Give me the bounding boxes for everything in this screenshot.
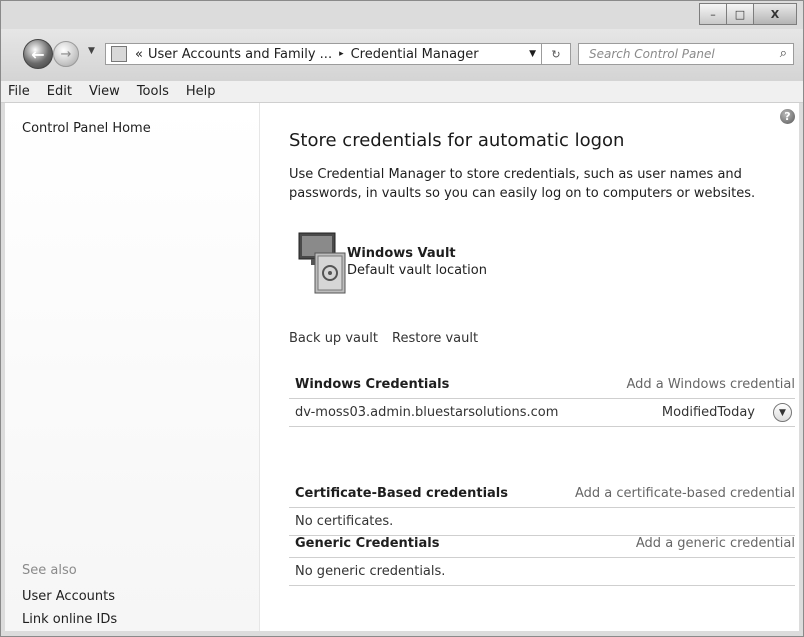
help-icon[interactable]: ? <box>780 109 795 124</box>
see-also-heading: See also <box>22 563 77 578</box>
credential-name: dv-moss03.admin.bluestarsolutions.com <box>295 405 559 420</box>
windows-credentials-section: Windows Credentials Add a Windows creden… <box>289 376 795 427</box>
empty-row: No generic credentials. <box>289 558 795 586</box>
link-online-ids-link[interactable]: Link online IDs <box>22 612 117 627</box>
credential-manager-window: – □ X ← → ▼ « User Accounts and Family .… <box>0 0 804 637</box>
search-icon[interactable]: ⌕ <box>780 46 787 61</box>
search-placeholder[interactable]: Search Control Panel <box>589 47 715 61</box>
expand-chevron-icon[interactable]: ▼ <box>773 403 792 422</box>
breadcrumb-separator-icon[interactable]: ▸ <box>339 49 344 59</box>
forward-arrow-icon: → <box>60 46 72 62</box>
navigation-bar: ← → ▼ « User Accounts and Family ... ▸ C… <box>1 29 803 81</box>
page-description: Use Credential Manager to store credenti… <box>289 167 756 201</box>
credential-row[interactable]: dv-moss03.admin.bluestarsolutions.com Mo… <box>289 399 795 427</box>
address-bar[interactable]: « User Accounts and Family ... ▸ Credent… <box>105 43 571 65</box>
menu-help[interactable]: Help <box>179 84 226 99</box>
refresh-icon[interactable]: ↻ <box>541 44 570 64</box>
menu-tools[interactable]: Tools <box>130 84 179 99</box>
empty-row: No certificates. <box>289 508 795 536</box>
content-area: Control Panel Home See also User Account… <box>5 103 799 631</box>
add-windows-credential-link[interactable]: Add a Windows credential <box>626 377 795 392</box>
section-header: Generic Credentials Add a generic creden… <box>289 535 795 558</box>
control-panel-icon <box>111 46 127 62</box>
breadcrumb-credential-manager[interactable]: Credential Manager <box>351 47 479 62</box>
menu-edit[interactable]: Edit <box>40 84 82 99</box>
sidebar: Control Panel Home See also User Account… <box>5 103 260 631</box>
add-generic-credential-link[interactable]: Add a generic credential <box>636 536 795 551</box>
back-button[interactable]: ← <box>23 39 53 69</box>
back-arrow-icon: ← <box>31 44 45 64</box>
user-accounts-link[interactable]: User Accounts <box>22 589 115 604</box>
no-generic-credentials-text: No generic credentials. <box>295 564 446 579</box>
vault-location: Default vault location <box>347 263 487 278</box>
maximize-button[interactable]: □ <box>726 3 754 25</box>
section-title: Generic Credentials <box>295 536 440 551</box>
section-header: Windows Credentials Add a Windows creden… <box>289 376 795 399</box>
breadcrumb-prefix[interactable]: « <box>135 47 143 62</box>
restore-vault-link[interactable]: Restore vault <box>392 331 478 346</box>
search-box[interactable]: Search Control Panel ⌕ <box>578 43 794 65</box>
add-certificate-credential-link[interactable]: Add a certificate-based credential <box>575 486 795 501</box>
section-title: Certificate-Based credentials <box>295 486 508 501</box>
section-title: Windows Credentials <box>295 377 450 392</box>
generic-credentials-section: Generic Credentials Add a generic creden… <box>289 535 795 586</box>
credential-modified: ModifiedToday <box>661 405 755 420</box>
backup-vault-link[interactable]: Back up vault <box>289 331 378 346</box>
close-button[interactable]: X <box>753 3 797 25</box>
vault-name[interactable]: Windows Vault <box>347 246 456 261</box>
section-header: Certificate-Based credentials Add a cert… <box>289 485 795 508</box>
page-title: Store credentials for automatic logon <box>289 130 625 151</box>
address-dropdown-icon[interactable]: ▼ <box>529 49 536 59</box>
windows-vault-icon <box>298 232 346 294</box>
breadcrumb-user-accounts[interactable]: User Accounts and Family ... <box>148 47 332 62</box>
menu-file[interactable]: File <box>1 84 40 99</box>
menu-bar: File Edit View Tools Help <box>1 81 803 103</box>
forward-button[interactable]: → <box>53 41 79 67</box>
menu-view[interactable]: View <box>82 84 130 99</box>
no-certificates-text: No certificates. <box>295 514 394 529</box>
recent-pages-dropdown-icon[interactable]: ▼ <box>88 46 95 56</box>
certificate-credentials-section: Certificate-Based credentials Add a cert… <box>289 485 795 536</box>
caption-buttons: – □ X <box>699 3 797 25</box>
control-panel-home-link[interactable]: Control Panel Home <box>22 121 151 136</box>
minimize-button[interactable]: – <box>699 3 727 25</box>
main-panel: ? Store credentials for automatic logon … <box>289 103 795 631</box>
